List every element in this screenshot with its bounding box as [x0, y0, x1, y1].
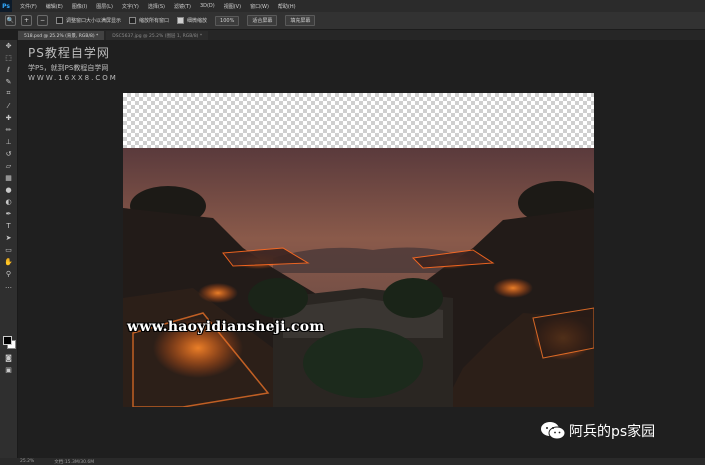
site-watermark: PS教程自学网 学PS，就到PS教程自学网 WWW.16XX8.COM: [28, 44, 118, 82]
healing-brush-tool-icon[interactable]: ✚: [0, 112, 17, 123]
quick-select-tool-icon[interactable]: ✎: [0, 76, 17, 87]
more-tools-icon[interactable]: …: [0, 280, 17, 291]
resize-windows-label: 调整窗口大小以满屏显示: [66, 18, 122, 24]
dodge-tool-icon[interactable]: ◐: [0, 196, 17, 207]
menu-layer[interactable]: 图层(L): [96, 3, 113, 10]
zoom-out-icon[interactable]: −: [37, 15, 48, 26]
menu-edit[interactable]: 编辑(E): [46, 3, 63, 10]
menu-select[interactable]: 选择(S): [148, 3, 165, 10]
scrubby-zoom-checkbox[interactable]: [177, 17, 185, 24]
marquee-tool-icon[interactable]: ⬚: [0, 52, 17, 63]
lijiang-rooftops-photo: [123, 148, 594, 407]
crop-tool-icon[interactable]: ⌗: [0, 88, 17, 99]
menu-image[interactable]: 图像(I): [72, 3, 87, 10]
status-zoom: 25.2%: [20, 459, 35, 464]
eraser-tool-icon[interactable]: ▱: [0, 160, 17, 171]
path-selection-tool-icon[interactable]: ➤: [0, 232, 17, 243]
photoshop-logo: Ps: [0, 0, 12, 12]
document-canvas[interactable]: www.haoyidiansheji.com: [123, 93, 594, 407]
wechat-watermark-text: 阿兵的ps家园: [569, 424, 656, 440]
gradient-tool-icon[interactable]: ▦: [0, 172, 17, 183]
pen-tool-icon[interactable]: ✒: [0, 208, 17, 219]
hand-tool-icon[interactable]: ✋: [0, 256, 17, 267]
zoom-tool-panel-icon[interactable]: ⚲: [0, 268, 17, 279]
move-tool-icon[interactable]: ✥: [0, 40, 17, 51]
fill-screen-button[interactable]: 填充屏幕: [285, 15, 316, 26]
document-tab-bar: 518.psd @ 25.2% (背景, RGB/8) * DSC5637.jp…: [18, 30, 705, 40]
type-tool-icon[interactable]: T: [0, 220, 17, 231]
zoom-100-button[interactable]: 100%: [215, 15, 240, 26]
scrubby-zoom-label: 细微缩放: [187, 18, 208, 24]
menu-help[interactable]: 帮助(H): [278, 3, 296, 10]
menu-3d[interactable]: 3D(D): [200, 3, 215, 9]
tab-document-2[interactable]: DSC5637.jpg @ 25.2% (图层 1, RGB/8) *: [106, 31, 209, 40]
eyedropper-tool-icon[interactable]: ⁄: [0, 100, 17, 111]
lasso-tool-icon[interactable]: ℓ: [0, 64, 17, 75]
status-bar: 25.2% 文档:15.3M/30.6M: [0, 458, 705, 465]
brush-tool-icon[interactable]: ✏: [0, 124, 17, 135]
status-doc-info: 文档:15.3M/30.6M: [54, 459, 95, 465]
screen-mode-icon[interactable]: ▣: [0, 364, 17, 375]
menu-view[interactable]: 视图(V): [224, 3, 241, 10]
fit-screen-button[interactable]: 适合屏幕: [247, 15, 278, 26]
tools-panel: ✥ ⬚ ℓ ✎ ⌗ ⁄ ✚ ✏ ⊥ ↺ ▱ ▦ ● ◐ ✒ T ➤ ▭ ✋ ⚲ …: [0, 40, 18, 460]
foreground-color-swatch[interactable]: [3, 336, 12, 345]
clone-stamp-tool-icon[interactable]: ⊥: [0, 136, 17, 147]
zoom-tool-icon[interactable]: 🔍: [5, 15, 16, 26]
menu-file[interactable]: 文件(F): [20, 3, 37, 10]
watermark-title: PS教程自学网: [28, 46, 110, 60]
menu-type[interactable]: 文字(Y): [122, 3, 139, 10]
watermark-url: WWW.16XX8.COM: [28, 74, 118, 82]
wechat-icon: [541, 422, 566, 440]
tab-document-1[interactable]: 518.psd @ 25.2% (背景, RGB/8) *: [18, 31, 105, 40]
shape-tool-icon[interactable]: ▭: [0, 244, 17, 255]
blur-tool-icon[interactable]: ●: [0, 184, 17, 195]
zoom-all-windows-checkbox[interactable]: [129, 17, 137, 24]
zoom-all-windows-label: 缩放所有窗口: [139, 18, 170, 24]
menu-window[interactable]: 窗口(W): [250, 3, 269, 10]
menu-filter[interactable]: 滤镜(T): [174, 3, 191, 10]
transparent-area: [123, 93, 594, 148]
wechat-watermark: 阿兵的ps家园: [540, 421, 655, 441]
options-bar: 🔍 + − 调整窗口大小以满屏显示 缩放所有窗口 细微缩放 100% 适合屏幕 …: [0, 12, 705, 30]
quick-mask-icon[interactable]: ◙: [0, 352, 17, 363]
resize-windows-checkbox[interactable]: [56, 17, 63, 24]
watermark-subtitle: 学PS，就到PS教程自学网: [28, 64, 109, 72]
history-brush-tool-icon[interactable]: ↺: [0, 148, 17, 159]
zoom-in-icon[interactable]: +: [21, 15, 32, 26]
url-watermark: www.haoyidiansheji.com: [127, 319, 325, 335]
